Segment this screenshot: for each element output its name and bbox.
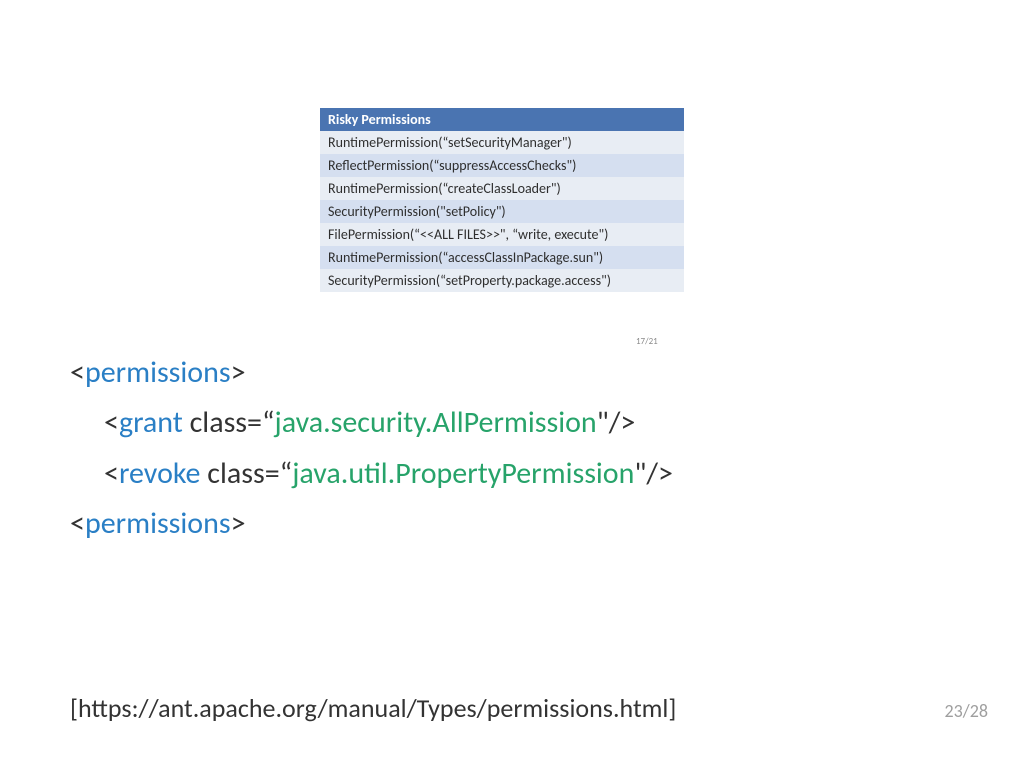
slide: Risky Permissions RuntimePermission(“set… [0,0,1024,768]
code-line-close: <permissions> [70,499,673,549]
risky-permissions-table: Risky Permissions RuntimePermission(“set… [320,108,684,292]
table-row: RuntimePermission(“setSecurityManager") [320,131,684,154]
perm-cell: FilePermission(“<<ALL FILES>>", “write, … [320,223,684,246]
perm-cell: SecurityPermission("setPolicy") [320,200,684,223]
reference-link: [https://ant.apache.org/manual/Types/per… [70,692,676,724]
perm-cell: RuntimePermission(“setSecurityManager") [320,131,684,154]
table-row: ReflectPermission(“suppressAccessChecks"… [320,154,684,177]
perm-cell: ReflectPermission(“suppressAccessChecks"… [320,154,684,177]
table-row: SecurityPermission(“setProperty.package.… [320,269,684,292]
page-number: 23/28 [945,700,988,722]
inset-page-number: 17/21 [636,336,658,347]
perm-cell: SecurityPermission(“setProperty.package.… [320,269,684,292]
table-row: RuntimePermission(“accessClassInPackage.… [320,246,684,269]
table-row: SecurityPermission("setPolicy") [320,200,684,223]
code-line-open: <permissions> [70,348,673,398]
table-row: FilePermission(“<<ALL FILES>>", “write, … [320,223,684,246]
table-header: Risky Permissions [320,108,684,131]
code-line-revoke: <revoke class=“java.util.PropertyPermiss… [70,449,673,499]
perm-cell: RuntimePermission(“createClassLoader") [320,177,684,200]
perm-cell: RuntimePermission(“accessClassInPackage.… [320,246,684,269]
table-row: RuntimePermission(“createClassLoader") [320,177,684,200]
code-line-grant: <grant class=“java.security.AllPermissio… [70,398,673,448]
xml-code-block: <permissions> <grant class=“java.securit… [70,348,673,550]
